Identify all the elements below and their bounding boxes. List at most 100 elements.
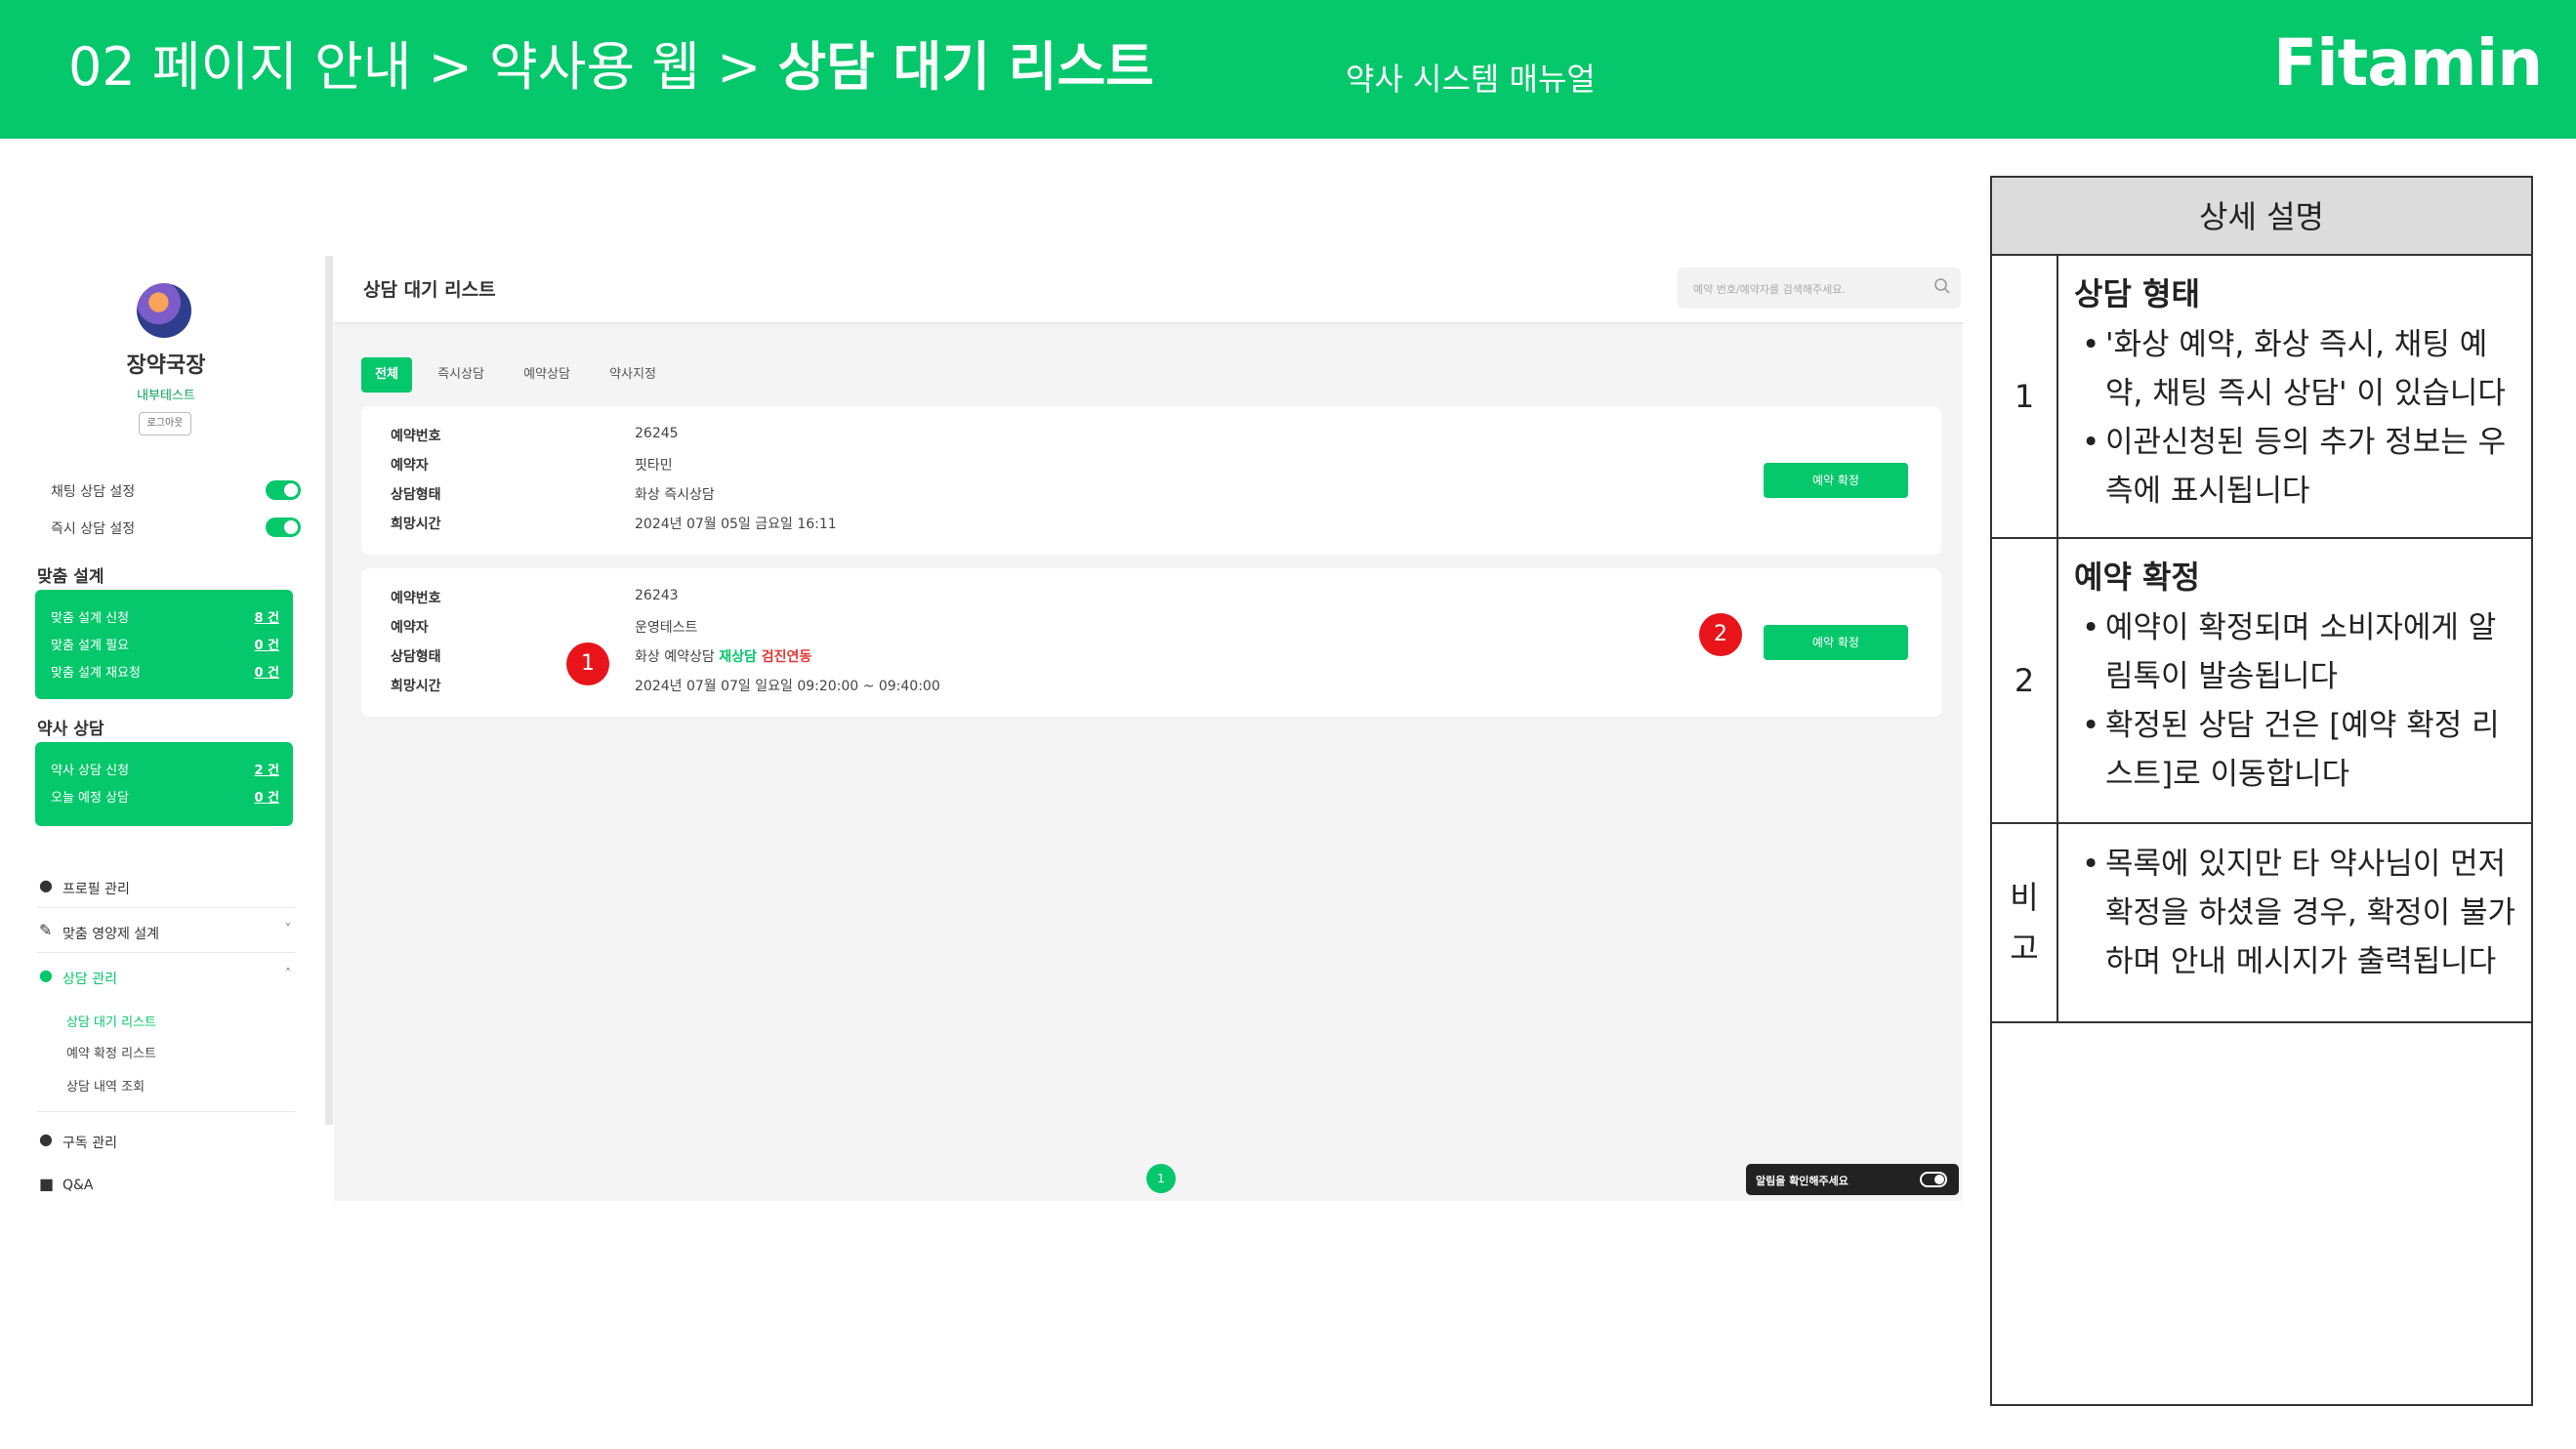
person-settings-icon: ●: [39, 1130, 53, 1148]
nav-label: 구독 관리: [62, 1136, 117, 1151]
search-placeholder: 예약 번호/예약자를 검색해주세요.: [1693, 283, 1846, 296]
row-number: 2: [1992, 539, 2058, 822]
description-header: 상세 설명: [1992, 178, 2531, 256]
sidebar-scrollbar[interactable]: [325, 256, 333, 1125]
description-table: 상세 설명 1 상담 형태 '화상 예약, 화상 즉시, 채팅 예약, 채팅 즉…: [1990, 176, 2533, 1406]
subnav-history[interactable]: 상담 내역 조회: [66, 1076, 145, 1095]
stat-row[interactable]: 맞춤 설계 신청 8 건: [51, 607, 279, 629]
nav-consult-manage[interactable]: ● 상담 관리 ˄: [37, 955, 295, 998]
reserver: 운영테스트: [635, 620, 698, 636]
description-row-2: 2 예약 확정 예약이 확정되며 소비자에게 알림톡이 발송됩니다 확정된 상담…: [1992, 539, 2531, 824]
field-label: 예약자: [391, 458, 429, 474]
description-row-1: 1 상담 형태 '화상 예약, 화상 즉시, 채팅 예약, 채팅 즉시 상담' …: [1992, 256, 2531, 539]
stat-row[interactable]: 맞춤 설계 필요 0 건: [51, 635, 279, 656]
header-bar: 02 페이지 안내 > 약사용 웹 > 상담 대기 리스트 약사 시스템 매뉴얼…: [0, 0, 2576, 139]
nav-custom-supplement[interactable]: ✎ 맞춤 영양제 설계 ˅: [37, 910, 295, 953]
subnav-confirmed-list[interactable]: 예약 확정 리스트: [66, 1043, 156, 1061]
profile-name: 장약국장: [126, 353, 206, 378]
stat-value[interactable]: 0 건: [254, 635, 279, 653]
field-label: 예약번호: [391, 591, 441, 606]
row-number: 1: [1992, 256, 2058, 537]
bullet: 목록에 있지만 타 약사님이 먼저 확정을 하셨을 경우, 확정이 불가하며 안…: [2074, 840, 2519, 986]
avatar[interactable]: [137, 283, 191, 338]
search-input[interactable]: 예약 번호/예약자를 검색해주세요.: [1678, 268, 1961, 309]
bullet: 이관신청된 등의 추가 정보는 우측에 표시됩니다: [2074, 418, 2519, 516]
confirm-reservation-button[interactable]: 예약 확정: [1764, 463, 1908, 498]
nav-label: 상담 관리: [62, 972, 117, 987]
tag-red: 검진연동: [756, 649, 812, 665]
tab-reservation[interactable]: 예약상담: [518, 357, 576, 393]
stat-label: 맞춤 설계 재요청: [51, 666, 141, 681]
toggle-label: 채팅 상담 설정: [51, 484, 136, 500]
row-body: 예약 확정 예약이 확정되며 소비자에게 알림톡이 발송됩니다 확정된 상담 건…: [2074, 553, 2519, 799]
nav-label: 맞춤 영양제 설계: [62, 927, 160, 942]
reservation-no: 26245: [635, 426, 679, 441]
app-screenshot: 장약국장 내부테스트 로그아웃 채팅 상담 설정 즉시 상담 설정 맞춤 설계 …: [20, 244, 1963, 1201]
logout-button[interactable]: 로그아웃: [139, 412, 191, 435]
row-heading: 예약 확정: [2074, 559, 2200, 596]
row-body: 상담 형태 '화상 예약, 화상 즉시, 채팅 예약, 채팅 즉시 상담' 이 …: [2074, 269, 2519, 516]
consult-card: 예약번호 예약자 상담형태 희망시간 26245 핏타민 화상 즉시상담 202…: [361, 406, 1941, 555]
row-body: 목록에 있지만 타 약사님이 먼저 확정을 하셨을 경우, 확정이 불가하며 안…: [2074, 840, 2519, 986]
nav-profile[interactable]: ● 프로필 관리: [37, 865, 295, 908]
search-icon[interactable]: [1933, 277, 1951, 295]
field-label: 희망시간: [391, 517, 441, 532]
field-label: 희망시간: [391, 679, 441, 694]
instant-consult-toggle-row: 즉시 상담 설정: [51, 516, 301, 539]
main-panel: 상담 대기 리스트 예약 번호/예약자를 검색해주세요. 전체 즉시상담 예약상…: [334, 256, 1963, 1201]
subnav-waiting-list[interactable]: 상담 대기 리스트: [66, 1012, 156, 1030]
description-row-note: 비 고 목록에 있지만 타 약사님이 먼저 확정을 하셨을 경우, 확정이 불가…: [1992, 824, 2531, 1023]
chat-consult-toggle-row: 채팅 상담 설정: [51, 478, 301, 502]
stat-value[interactable]: 0 건: [254, 662, 279, 681]
alarm-label: 알림을 확인해주세요: [1756, 1175, 1849, 1187]
field-label: 예약번호: [391, 429, 441, 444]
row-number: 비 고: [1992, 824, 2058, 1021]
stat-row[interactable]: 약사 상담 신청 2 건: [51, 760, 279, 781]
page-title: 상담 대기 리스트: [363, 279, 496, 301]
stat-row[interactable]: 맞춤 설계 재요청 0 건: [51, 662, 279, 683]
annotation-marker-1: 1: [566, 642, 609, 685]
manual-label: 약사 시스템 매뉴얼: [1346, 61, 1596, 98]
row-heading: 상담 형태: [2074, 275, 2200, 312]
stat-label: 맞춤 설계 필요: [51, 639, 130, 653]
alarm-toggle-bar[interactable]: 알림을 확인해주세요: [1746, 1164, 1959, 1195]
instant-consult-toggle[interactable]: [266, 518, 301, 537]
custom-design-title: 맞춤 설계: [37, 567, 104, 587]
chat-consult-toggle[interactable]: [266, 480, 301, 500]
stat-label: 오늘 예정 상담: [51, 791, 130, 806]
bullet: '화상 예약, 화상 즉시, 채팅 예약, 채팅 즉시 상담' 이 있습니다: [2074, 320, 2519, 418]
consult-type-text: 화상 즉시상담: [635, 487, 715, 503]
confirm-reservation-button[interactable]: 예약 확정: [1764, 625, 1908, 660]
tab-pharmacist-assigned[interactable]: 약사지정: [603, 357, 662, 393]
nav-qna[interactable]: ■ Q&A: [37, 1164, 295, 1207]
pen-icon: ✎: [39, 921, 53, 939]
consult-card: 예약번호 예약자 상담형태 희망시간 26243 운영테스트 화상 예약상담 재…: [361, 568, 1941, 717]
divider: [37, 1111, 295, 1112]
stat-value[interactable]: 2 건: [254, 760, 279, 778]
nav-subscription[interactable]: ● 구독 관리: [37, 1119, 295, 1162]
stat-value[interactable]: 8 건: [254, 607, 279, 626]
tag-green: 재상담: [719, 649, 757, 665]
nav-label: Q&A: [62, 1178, 94, 1193]
bullet: 예약이 확정되며 소비자에게 알림톡이 발송됩니다: [2074, 603, 2519, 701]
description-empty-area: [1992, 1025, 2531, 1404]
alarm-toggle[interactable]: [1920, 1172, 1947, 1187]
sidebar: 장약국장 내부테스트 로그아웃 채팅 상담 설정 즉시 상담 설정 맞춤 설계 …: [20, 244, 312, 1201]
stat-label: 맞춤 설계 신청: [51, 611, 130, 626]
tab-instant[interactable]: 즉시상담: [432, 357, 490, 393]
pagination-page[interactable]: 1: [1146, 1164, 1176, 1193]
chevron-up-icon: ˄: [285, 967, 291, 980]
desired-time: 2024년 07월 05일 금요일 16:11: [635, 517, 837, 532]
person-settings-icon: ●: [39, 876, 53, 894]
stat-label: 약사 상담 신청: [51, 764, 130, 778]
annotation-marker-2: 2: [1699, 613, 1742, 656]
person-settings-icon: ●: [39, 966, 53, 984]
breadcrumb-current: 상담 대기 리스트: [777, 36, 1154, 98]
pharmacist-consult-box: 약사 상담 신청 2 건 오늘 예정 상담 0 건: [35, 742, 293, 826]
stat-value[interactable]: 0 건: [254, 787, 279, 806]
main-header: 상담 대기 리스트 예약 번호/예약자를 검색해주세요.: [334, 256, 1963, 324]
stat-row[interactable]: 오늘 예정 상담 0 건: [51, 787, 279, 808]
consult-type: 화상 즉시상담: [635, 484, 715, 504]
breadcrumb: 02 페이지 안내 > 약사용 웹 > 상담 대기 리스트: [68, 33, 1154, 102]
tab-all[interactable]: 전체: [361, 357, 412, 393]
